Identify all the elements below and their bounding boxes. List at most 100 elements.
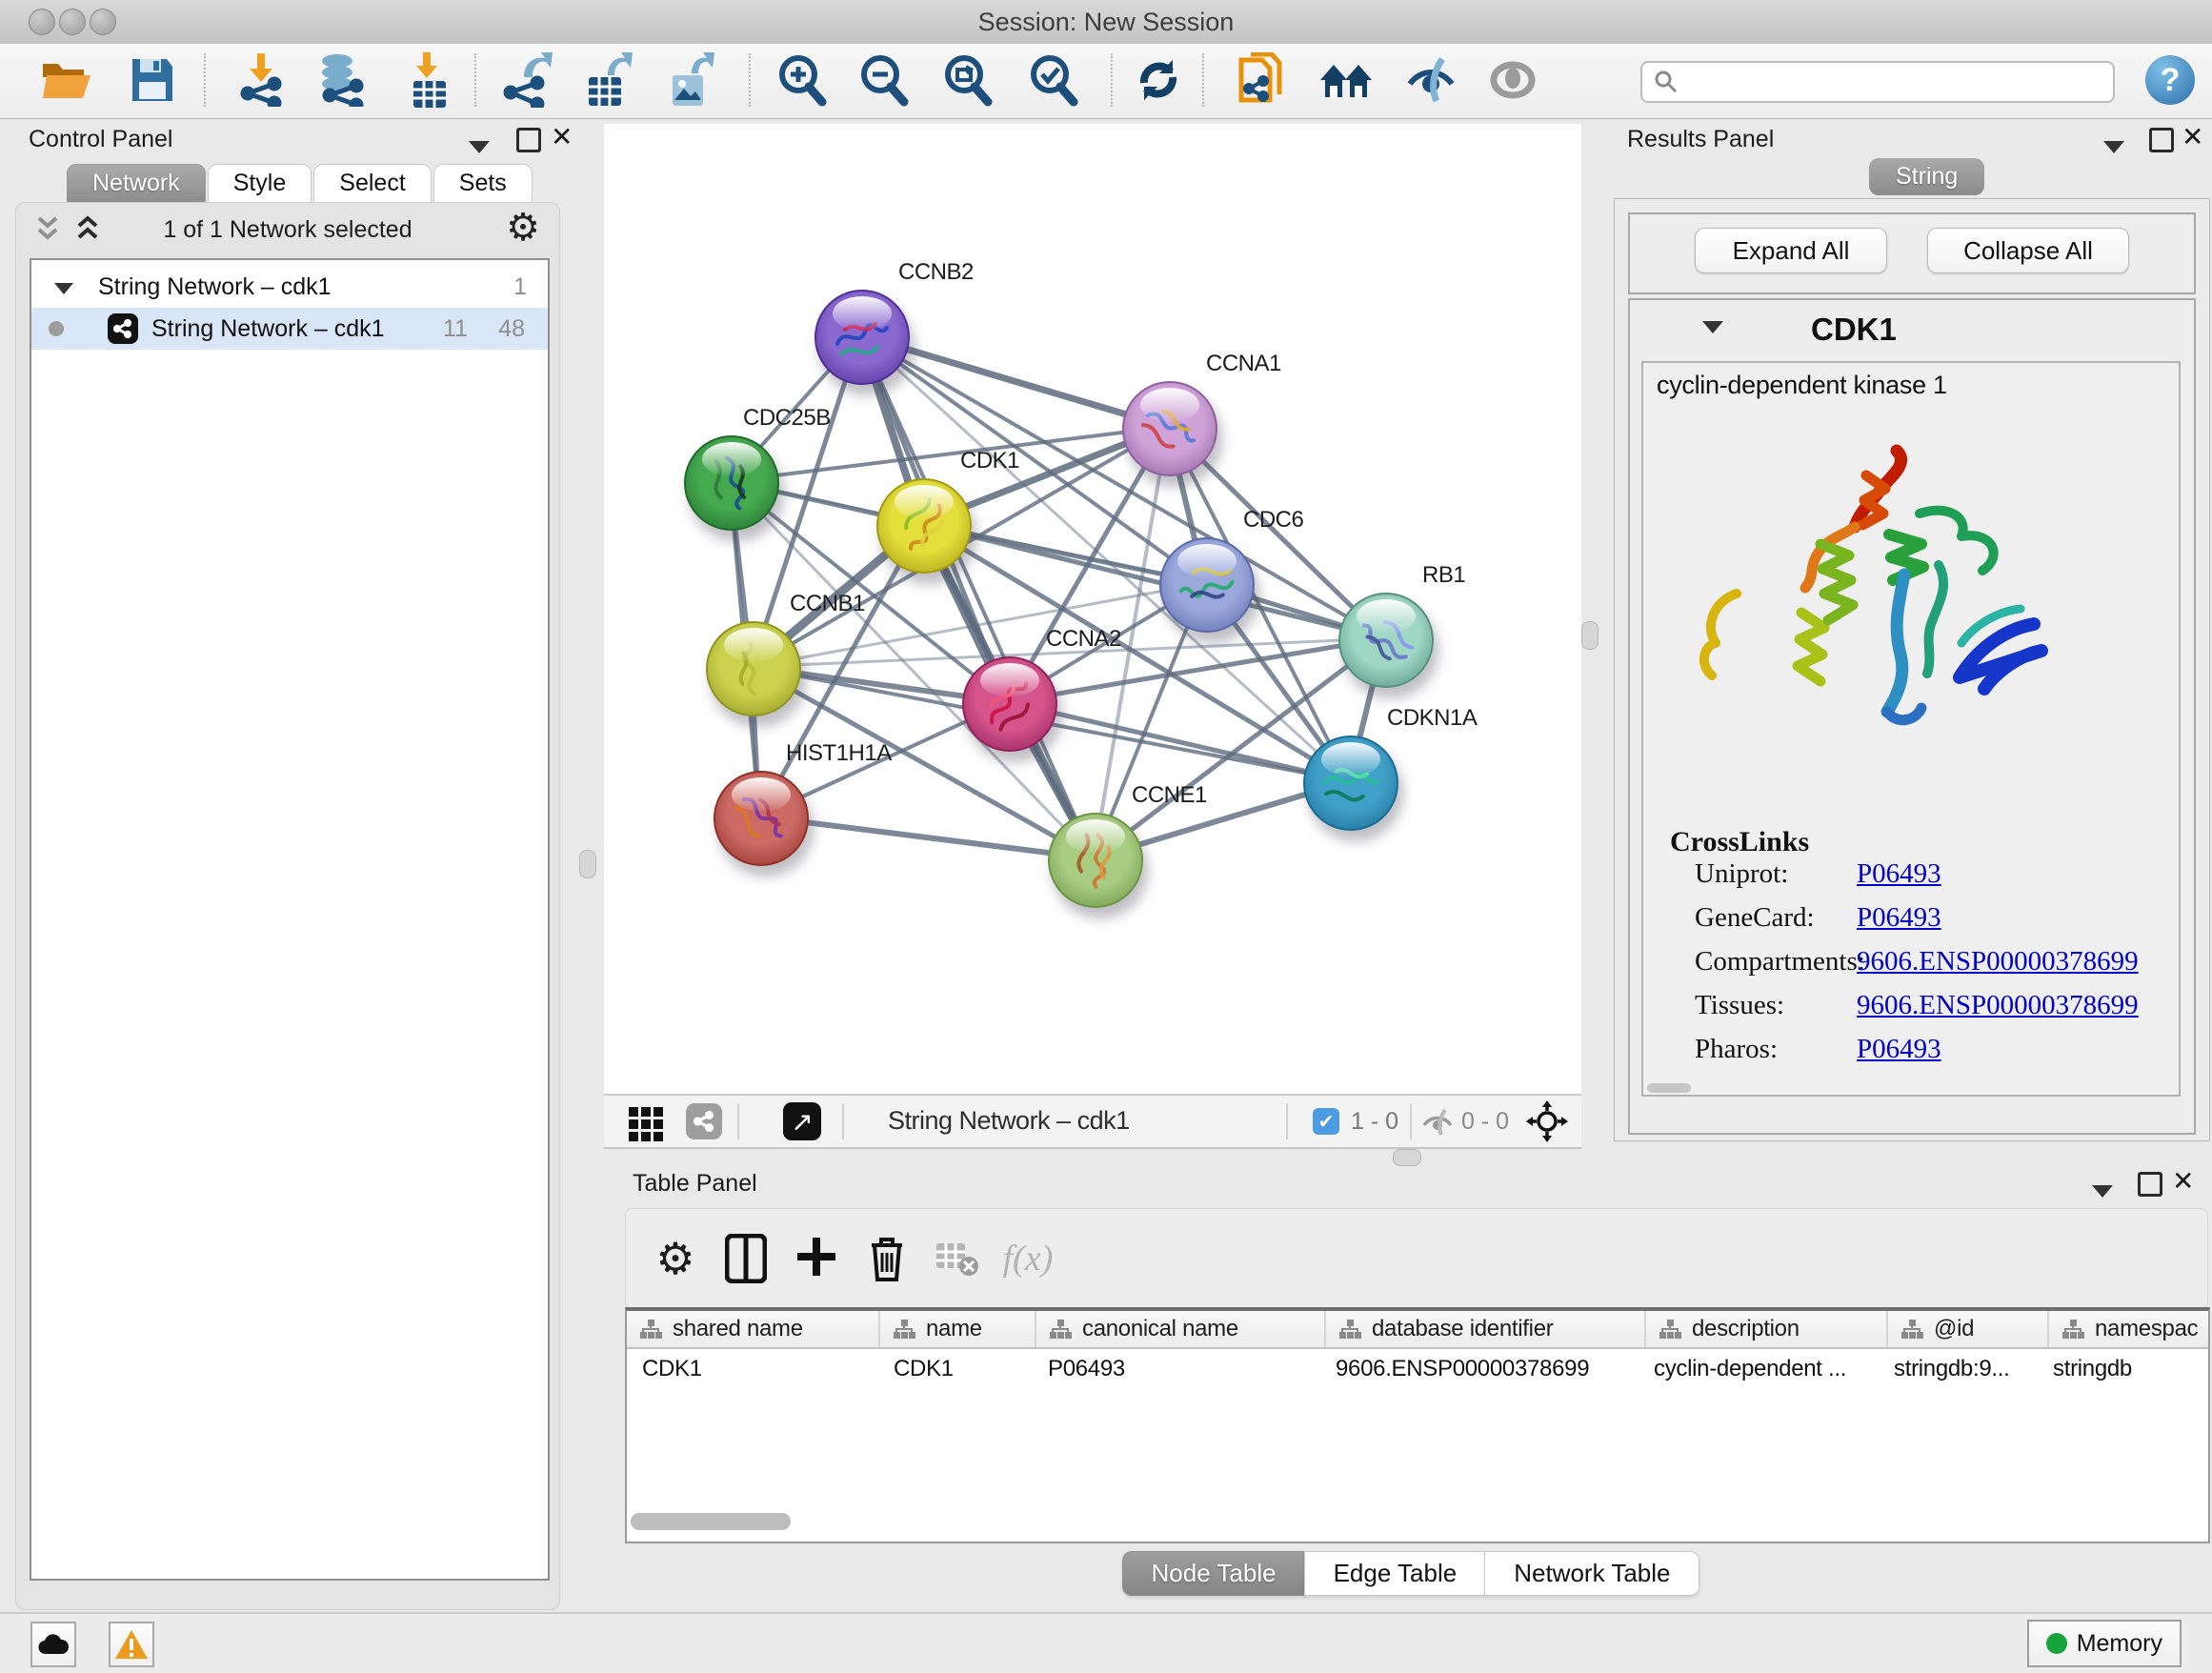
crosslink-link[interactable]: 9606.ENSP00000378699: [1857, 990, 2139, 1021]
table-cell[interactable]: stringdb: [2038, 1356, 2204, 1382]
table-horizontal-scrollbar[interactable]: [631, 1513, 791, 1530]
column-header[interactable]: database identifier: [1326, 1311, 1646, 1347]
network-node-cdk1[interactable]: [876, 478, 972, 574]
float-panel-icon[interactable]: [2103, 133, 2124, 160]
crosslink-link[interactable]: P06493: [1857, 1034, 1941, 1065]
results-scrollbar[interactable]: [1647, 1083, 1691, 1093]
collapse-all-button[interactable]: Collapse All: [1927, 228, 2129, 273]
tab-string[interactable]: String: [1869, 158, 1984, 195]
column-header[interactable]: description: [1646, 1311, 1888, 1347]
table-options-gear-icon[interactable]: ⚙: [647, 1230, 704, 1287]
maximize-panel-icon[interactable]: [516, 128, 541, 159]
control-panel-tabs: NetworkStyleSelectSets: [67, 164, 534, 203]
tab-sets[interactable]: Sets: [433, 164, 533, 203]
column-header[interactable]: canonical name: [1036, 1311, 1326, 1347]
float-panel-icon[interactable]: [2092, 1178, 2113, 1204]
open-in-new-window-icon[interactable]: ↗: [783, 1102, 821, 1140]
cloud-icon[interactable]: [30, 1622, 76, 1667]
tab-style[interactable]: Style: [208, 164, 312, 203]
birdseye-grid-icon[interactable]: [629, 1107, 663, 1141]
import-database-icon[interactable]: [311, 51, 368, 109]
network-node-ccne1[interactable]: [1048, 813, 1143, 908]
zoom-in-icon[interactable]: [774, 51, 831, 109]
collapse-entry-icon[interactable]: [1702, 321, 1723, 338]
crosslink-link[interactable]: 9606.ENSP00000378699: [1857, 946, 2139, 978]
selected-checkbox-icon[interactable]: ✔: [1313, 1108, 1339, 1135]
network-canvas[interactable]: CCNB2CCNA1CDC25BCDK1CDC6RB1CCNB1CCNA2CDK…: [604, 124, 1581, 1094]
show-columns-icon[interactable]: [717, 1230, 774, 1287]
add-column-icon[interactable]: [788, 1230, 845, 1287]
crosslink-link[interactable]: P06493: [1857, 902, 1941, 934]
navigate-crosshair-icon[interactable]: [1526, 1100, 1568, 1147]
import-table-icon[interactable]: [400, 51, 457, 109]
node-label-ccna2: CCNA2: [1046, 626, 1121, 653]
network-node-cdkn1a[interactable]: [1303, 736, 1398, 831]
save-session-icon[interactable]: [124, 51, 181, 109]
network-node-ccnb1[interactable]: [706, 621, 801, 716]
node-table[interactable]: shared namenamecanonical namedatabase id…: [625, 1307, 2210, 1543]
bottom-splitter-handle[interactable]: [1393, 1149, 1421, 1166]
node-gloss: [1066, 819, 1125, 854]
show-all-icon[interactable]: [1484, 51, 1541, 109]
crosslink-link[interactable]: P06493: [1857, 858, 1941, 890]
warning-icon[interactable]: [109, 1622, 154, 1667]
memory-button[interactable]: Memory: [2027, 1620, 2182, 1667]
column-header[interactable]: namespac: [2049, 1311, 2212, 1347]
export-network-icon[interactable]: [499, 51, 556, 109]
table-cell[interactable]: cyclin-dependent ...: [1639, 1356, 1879, 1382]
table-cell[interactable]: stringdb:9...: [1879, 1356, 2038, 1382]
column-header[interactable]: shared name: [627, 1311, 880, 1347]
close-panel-icon[interactable]: ✕: [2172, 1170, 2194, 1197]
node-gloss: [724, 628, 783, 662]
network-node-hist1h1a[interactable]: [714, 771, 809, 866]
network-node-ccna1[interactable]: [1122, 381, 1217, 476]
export-table-icon[interactable]: [581, 51, 638, 109]
collapse-tree-icon[interactable]: [54, 273, 73, 301]
tab-network-table[interactable]: Network Table: [1484, 1551, 1699, 1596]
network-node-rb1[interactable]: [1338, 593, 1434, 688]
column-header[interactable]: @id: [1888, 1311, 2049, 1347]
search-input[interactable]: [1679, 69, 2113, 95]
table-cell[interactable]: 9606.ENSP00000378699: [1320, 1356, 1639, 1382]
close-panel-icon[interactable]: ✕: [551, 126, 573, 152]
help-icon[interactable]: ?: [2145, 55, 2195, 105]
maximize-panel-icon[interactable]: [2149, 128, 2174, 159]
export-image-icon[interactable]: [663, 51, 720, 109]
delete-column-icon[interactable]: [858, 1230, 915, 1287]
gene-entry-header[interactable]: CDK1: [1630, 300, 2194, 359]
network-node-ccna2[interactable]: [962, 656, 1057, 752]
status-bar: Memory: [0, 1612, 2212, 1673]
table-cell[interactable]: CDK1: [878, 1356, 1033, 1382]
network-node-cdc25b[interactable]: [684, 435, 779, 531]
network-options-gear-icon[interactable]: ⚙: [506, 209, 540, 247]
float-panel-icon[interactable]: [469, 133, 490, 160]
zoom-selected-icon[interactable]: [1025, 51, 1082, 109]
left-splitter-handle[interactable]: [579, 850, 596, 878]
import-network-icon[interactable]: [232, 51, 290, 109]
tab-network[interactable]: Network: [67, 164, 206, 203]
table-cell[interactable]: CDK1: [627, 1356, 878, 1382]
maximize-panel-icon[interactable]: [2138, 1172, 2162, 1203]
hide-selected-icon[interactable]: [1402, 51, 1459, 109]
zoom-out-icon[interactable]: [855, 51, 913, 109]
share-document-icon[interactable]: [1233, 51, 1290, 109]
crosslink-label: Tissues:: [1695, 990, 1784, 1021]
tab-edge-table[interactable]: Edge Table: [1304, 1551, 1487, 1596]
zoom-fit-icon[interactable]: [939, 51, 996, 109]
tab-select[interactable]: Select: [313, 164, 431, 203]
network-collection-row[interactable]: String Network – cdk1 1: [31, 266, 548, 308]
table-cell[interactable]: P06493: [1033, 1356, 1320, 1382]
column-header[interactable]: name: [880, 1311, 1036, 1347]
open-session-icon[interactable]: [38, 51, 95, 109]
network-row-selected[interactable]: String Network – cdk1 11 48: [31, 308, 548, 350]
refresh-icon[interactable]: [1130, 51, 1187, 109]
network-node-cdc6[interactable]: [1159, 537, 1255, 633]
expand-all-button[interactable]: Expand All: [1695, 228, 1887, 273]
close-panel-icon[interactable]: ✕: [2182, 126, 2203, 152]
string-view-icon[interactable]: [686, 1103, 722, 1139]
tab-node-table[interactable]: Node Table: [1122, 1551, 1306, 1596]
homes-icon[interactable]: [1318, 51, 1376, 109]
network-node-ccnb2[interactable]: [814, 290, 910, 385]
window-title: Session: New Session: [0, 8, 2212, 37]
table-row[interactable]: CDK1CDK1P064939606.ENSP00000378699cyclin…: [627, 1349, 2208, 1389]
